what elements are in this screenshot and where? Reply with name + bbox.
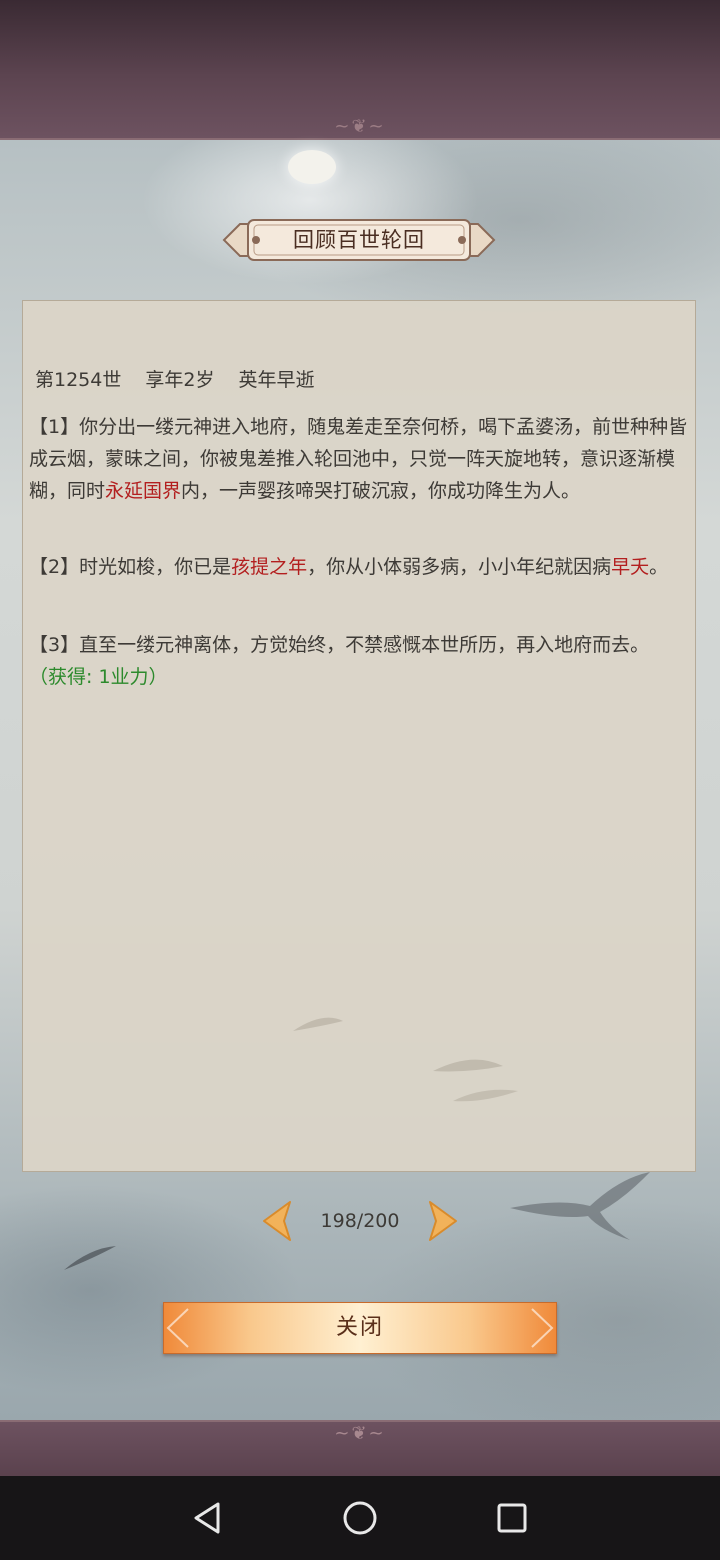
chevron-right-icon[interactable] xyxy=(420,1200,464,1242)
close-button[interactable]: 关闭 xyxy=(163,1302,557,1354)
leaf-decoration xyxy=(64,1246,116,1270)
moon-decoration xyxy=(288,150,336,184)
highlight-death: 早夭 xyxy=(611,556,650,578)
age-label: 享年2岁 xyxy=(145,369,215,391)
record-header: 第1254世 享年2岁 英年早逝 xyxy=(35,365,685,392)
dialog-title-plaque: 回顾百世轮回 xyxy=(218,214,500,266)
highlight-place: 永延国界 xyxy=(105,480,182,502)
highlight-age-stage: 孩提之年 xyxy=(231,556,308,578)
top-ornament: ~❦~ xyxy=(334,116,386,137)
record-paragraph-1: 【1】你分出一缕元神进入地府，随鬼差走至奈何桥，喝下孟婆汤，前世种种皆成云烟，蒙… xyxy=(29,416,688,502)
chevron-left-icon[interactable] xyxy=(256,1200,300,1242)
page-indicator: 198/200 xyxy=(320,1210,400,1232)
close-button-label: 关闭 xyxy=(335,1315,384,1340)
close-right-decoration xyxy=(531,1308,554,1348)
bird-watermark xyxy=(293,1017,518,1102)
square-recent-icon[interactable] xyxy=(490,1496,534,1540)
pager: 198/200 xyxy=(256,1196,464,1246)
generation-label: 第1254世 xyxy=(35,369,122,391)
record-panel: 第1254世 享年2岁 英年早逝 【1】你分出一缕元神进入地府，随鬼差走至奈何桥… xyxy=(22,300,696,1172)
dialog-title: 回顾百世轮回 xyxy=(293,228,425,252)
circle-home-icon[interactable] xyxy=(338,1496,382,1540)
system-navigation-bar xyxy=(0,1476,720,1560)
record-paragraph-2: 【2】时光如梭，你已是孩提之年，你从小体弱多病，小小年纪就因病早夭。 xyxy=(29,556,669,578)
fate-label: 英年早逝 xyxy=(238,369,315,391)
record-paragraph-3: 【3】直至一缕元神离体，方觉始终，不禁感慨本世所历，再入地府而去。 （获得: 1业… xyxy=(29,634,650,688)
crane-decoration xyxy=(510,1172,650,1240)
triangle-back-icon[interactable] xyxy=(186,1496,230,1540)
bottom-ornament: ~❦~ xyxy=(334,1423,386,1444)
reward-text: （获得: 1业力） xyxy=(29,666,168,688)
